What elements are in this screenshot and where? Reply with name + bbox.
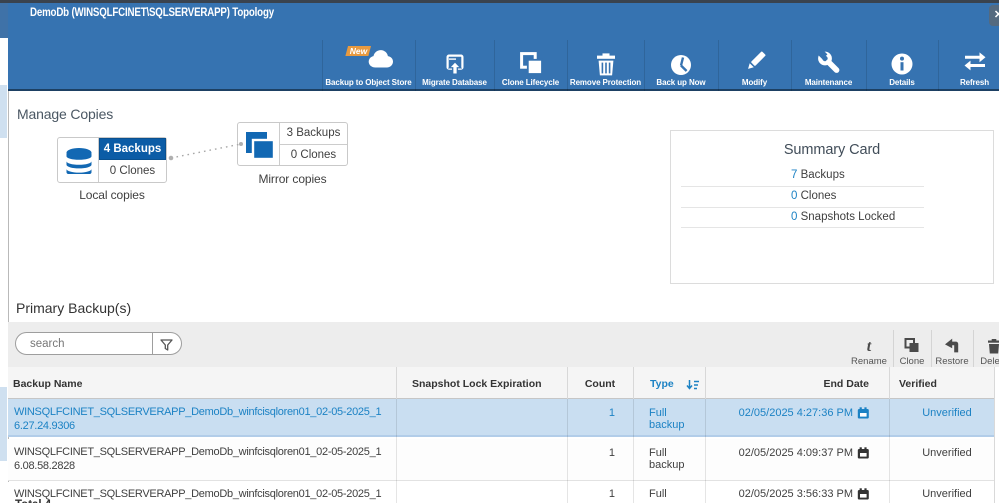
svg-text:t: t [867, 338, 872, 354]
svg-text:New: New [349, 46, 368, 56]
